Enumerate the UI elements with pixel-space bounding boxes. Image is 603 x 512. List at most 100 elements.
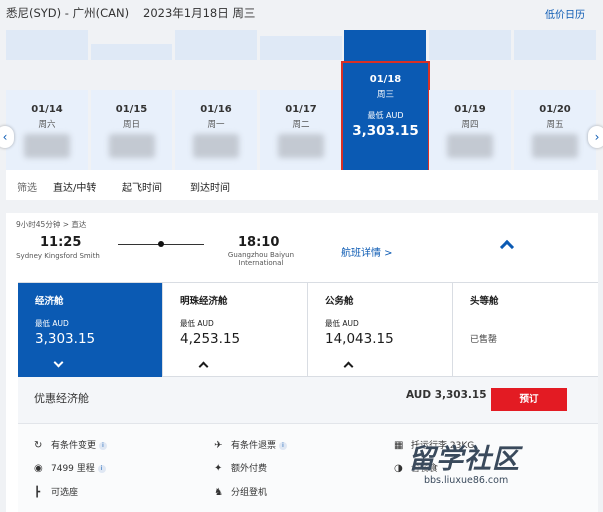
date-label: 01/20 <box>539 104 571 115</box>
feature-text: 额外付费 <box>231 464 268 474</box>
blurred-price <box>108 134 155 158</box>
date-label: 01/17 <box>285 104 317 115</box>
blurred-price <box>278 134 324 158</box>
weekday-label: 周四 <box>461 120 479 130</box>
cabin-name: 明珠经济舱 <box>180 296 228 307</box>
lowest-price-value: 3,303.15 <box>352 123 419 139</box>
lowest-price-label: 最低 AUD <box>367 111 404 120</box>
date-label: 01/14 <box>31 104 63 115</box>
weekday-label: 周三 <box>376 90 394 100</box>
depart-time: 11:25 <box>40 235 82 250</box>
cabin-tabs: 经济舱 最低 AUD 3,303.15 明珠经济舱 最低 AUD 4,253.1… <box>18 282 598 377</box>
date-label: 01/19 <box>454 104 486 115</box>
travel-date: 2023年1月18日 周三 <box>143 6 256 20</box>
cabin-name: 公务舱 <box>325 296 354 307</box>
depart-airport: Sydney Kingsford Smith <box>16 252 100 260</box>
feature-miles: ◉ 7499 里程 i <box>34 461 106 474</box>
date-carousel: 01/14 周六 01/15 周日 01/16 周一 01/17 周二 01/1… <box>0 30 603 188</box>
weekday-label: 周日 <box>122 120 140 130</box>
fare-header: 优惠经济舱 AUD 3,303.15 预订 <box>18 377 598 424</box>
cabin-price-label: 最低 AUD <box>325 319 359 328</box>
feature-boarding: ♞ 分组登机 <box>214 485 267 498</box>
route-dot <box>158 241 164 247</box>
date-cell-selected[interactable]: 01/18 周三 最低 AUD 3,303.15 <box>341 61 430 188</box>
cabin-business[interactable]: 公务舱 最低 AUD 14,043.15 <box>308 283 453 377</box>
feature-seat: ┣ 可选座 <box>34 485 78 498</box>
fork-icon: ✦ <box>214 463 223 474</box>
date-cell[interactable]: 01/15 周日 <box>91 90 172 182</box>
info-icon[interactable]: i <box>99 442 108 450</box>
filter-departure-time[interactable]: 起飞时间 <box>122 179 162 194</box>
price-bar <box>260 36 342 60</box>
date-label: 01/15 <box>115 104 148 115</box>
cabin-name: 经济舱 <box>35 296 64 307</box>
chevron-down-icon <box>53 357 64 368</box>
results-header: 悉尼(SYD) - 广州(CAN) 2023年1月18日 周三 低价日历 <box>0 0 603 30</box>
watermark-text: 留学社区 <box>408 444 520 475</box>
plane-refund-icon: ✈ <box>214 440 223 451</box>
weekday-label: 周一 <box>207 120 225 130</box>
group-icon: ♞ <box>214 487 223 498</box>
cabin-premium-economy[interactable]: 明珠经济舱 最低 AUD 4,253.15 <box>163 283 308 377</box>
collapse-chevron-icon[interactable] <box>499 239 515 255</box>
arrive-airport: Guangzhou Baiyun International <box>216 251 306 267</box>
weekday-label: 周五 <box>546 120 564 130</box>
watermark: 留学社区 bbs.liuxue86.com <box>408 437 520 486</box>
chevron-up-icon <box>343 361 354 372</box>
date-cell[interactable]: 01/14 周六 <box>6 90 88 182</box>
arrive-airport-line1: Guangzhou Baiyun <box>227 251 295 259</box>
watermark-url: bbs.liuxue86.com <box>424 475 509 486</box>
feature-extra-paid: ✦ 额外付费 <box>214 461 267 474</box>
date-cell[interactable]: 01/19 周四 <box>429 90 511 182</box>
arrive-time: 18:10 <box>238 235 280 250</box>
price-bar <box>429 30 511 60</box>
filter-nonstop[interactable]: 直达/中转 <box>53 179 96 194</box>
feature-text: 有条件变更 <box>51 441 97 451</box>
feature-text: 可选座 <box>51 488 79 498</box>
blurred-price <box>447 134 493 158</box>
fare-name: 优惠经济舱 <box>34 392 89 405</box>
meal-icon: ◑ <box>394 463 403 474</box>
book-button[interactable]: 预订 <box>491 388 567 411</box>
date-label: 01/18 <box>369 74 402 85</box>
filter-label: 筛选 <box>17 183 37 194</box>
feature-text: 7499 里程 <box>51 464 95 474</box>
refresh-icon: ↻ <box>34 440 43 451</box>
flight-duration[interactable]: 9小时45分钟 > 直达 <box>16 219 86 230</box>
coins-icon: ◉ <box>34 463 43 474</box>
cabin-price: 4,253.15 <box>180 331 241 347</box>
blurred-price <box>24 134 70 158</box>
route-title: 悉尼(SYD) - 广州(CAN) <box>6 6 130 20</box>
date-cell[interactable]: 01/16 周一 <box>175 90 257 182</box>
date-label: 01/16 <box>200 104 232 115</box>
date-cell[interactable]: 01/17 周二 <box>260 90 342 182</box>
seat-icon: ┣ <box>34 487 41 498</box>
cabin-economy[interactable]: 经济舱 最低 AUD 3,303.15 <box>18 283 163 377</box>
price-bar <box>514 30 596 60</box>
weekday-label: 周六 <box>38 120 56 130</box>
filter-bar: 筛选 直达/中转 起飞时间 到达时间 <box>6 170 598 200</box>
fare-price: AUD 3,303.15 <box>406 389 487 401</box>
sold-out-label: 已售罄 <box>470 335 498 345</box>
prev-dates-arrow-icon[interactable]: ‹ <box>0 126 14 148</box>
luggage-icon: ▦ <box>394 440 404 451</box>
flight-details-link[interactable]: 航班详情 > <box>341 244 393 259</box>
cabin-name: 头等舱 <box>470 296 499 307</box>
cabin-first: 头等舱 已售罄 <box>453 283 598 377</box>
blurred-price <box>532 134 578 158</box>
filter-arrival-time[interactable]: 到达时间 <box>190 179 230 194</box>
low-price-calendar-link[interactable]: 低价日历 <box>545 6 585 21</box>
cabin-price-label: 最低 AUD <box>180 319 214 328</box>
price-bar <box>91 44 172 60</box>
feature-refund: ✈ 有条件退票 i <box>214 438 288 451</box>
arrive-airport-line2: International <box>238 259 284 267</box>
price-bar-selected <box>344 30 426 62</box>
info-icon[interactable]: i <box>97 465 106 473</box>
info-icon[interactable]: i <box>279 442 288 450</box>
next-dates-arrow-icon[interactable]: › <box>588 126 603 148</box>
blurred-price <box>193 134 239 158</box>
date-cell[interactable]: 01/20 周五 <box>514 90 596 182</box>
feature-change: ↻ 有条件变更 i <box>34 438 108 451</box>
weekday-label: 周二 <box>292 120 310 130</box>
cabin-price-label: 最低 AUD <box>35 319 69 328</box>
